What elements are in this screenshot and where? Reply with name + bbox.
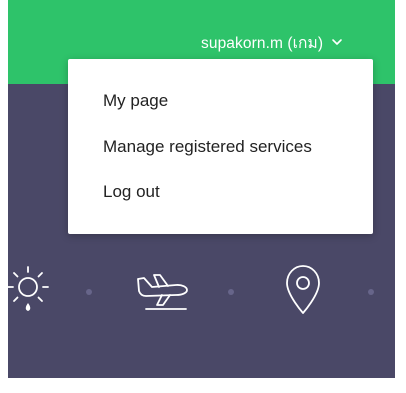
menu-item-my-page[interactable]: My page	[103, 89, 168, 113]
location-pin-icon[interactable]	[279, 261, 327, 317]
airplane-departure-icon[interactable]	[132, 269, 196, 315]
carousel-dot	[86, 289, 92, 295]
carousel-dot	[368, 289, 374, 295]
weather-sun-rain-icon[interactable]	[8, 259, 62, 321]
menu-item-manage-services[interactable]: Manage registered services	[103, 135, 312, 159]
menu-item-log-out[interactable]: Log out	[103, 180, 160, 204]
user-dropdown-menu: My page Manage registered services Log o…	[68, 59, 373, 234]
app-frame: supakorn.m (เกม) My page Manage register…	[8, 0, 395, 393]
page-bottom-gap	[8, 378, 395, 393]
user-name-label: supakorn.m (เกม)	[201, 34, 324, 52]
chevron-down-icon	[331, 37, 343, 47]
user-menu-toggle[interactable]: supakorn.m (เกม)	[201, 30, 343, 54]
carousel-dot	[228, 289, 234, 295]
